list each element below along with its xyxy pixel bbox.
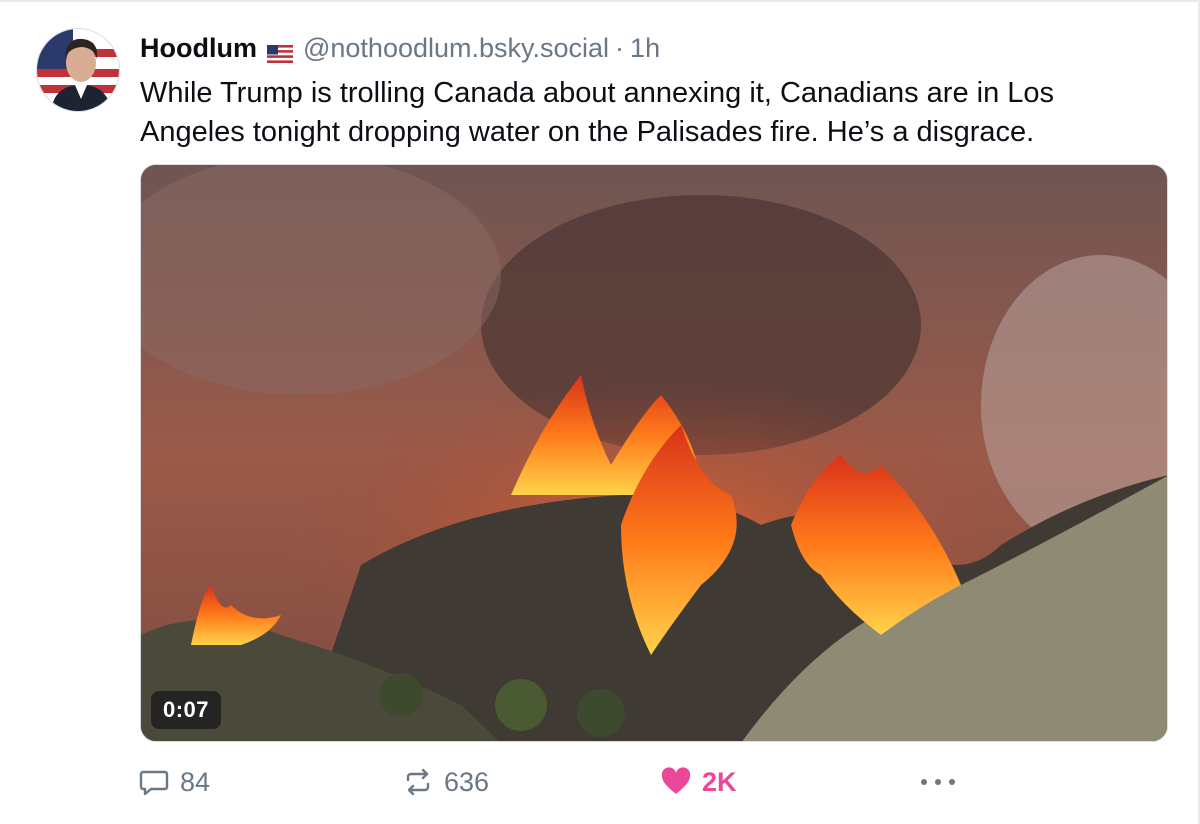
reply-count: 84: [180, 766, 211, 797]
author-handle[interactable]: @nothoodlum.bsky.social: [303, 33, 609, 64]
post-header: Hoodlum @nothoodlum.bsky.social · 1h: [140, 30, 660, 66]
header-separator: ·: [615, 32, 625, 63]
like-button[interactable]: 2K: [660, 760, 737, 804]
reply-icon: [139, 770, 169, 796]
avatar[interactable]: [36, 28, 120, 112]
post-actions: 84 636 2K: [0, 760, 1200, 804]
repost-icon: [406, 768, 430, 796]
reply-button[interactable]: 84: [138, 760, 210, 804]
like-count: 2K: [702, 766, 737, 797]
repost-count: 636: [444, 766, 490, 797]
heart-icon: [661, 767, 691, 794]
top-divider: [0, 0, 1200, 2]
video-duration: 0:07: [151, 691, 222, 729]
video-player[interactable]: 0:07: [140, 164, 1168, 742]
author-name[interactable]: Hoodlum: [140, 33, 257, 64]
repost-button[interactable]: 636: [402, 760, 489, 804]
post-timestamp[interactable]: 1h: [630, 33, 660, 64]
post-text: While Trump is trolling Canada about ann…: [140, 77, 1055, 148]
video-frame: [141, 165, 1167, 741]
more-options-button[interactable]: [918, 760, 968, 804]
us-flag-icon: [266, 39, 293, 63]
more-icon: [921, 779, 955, 785]
